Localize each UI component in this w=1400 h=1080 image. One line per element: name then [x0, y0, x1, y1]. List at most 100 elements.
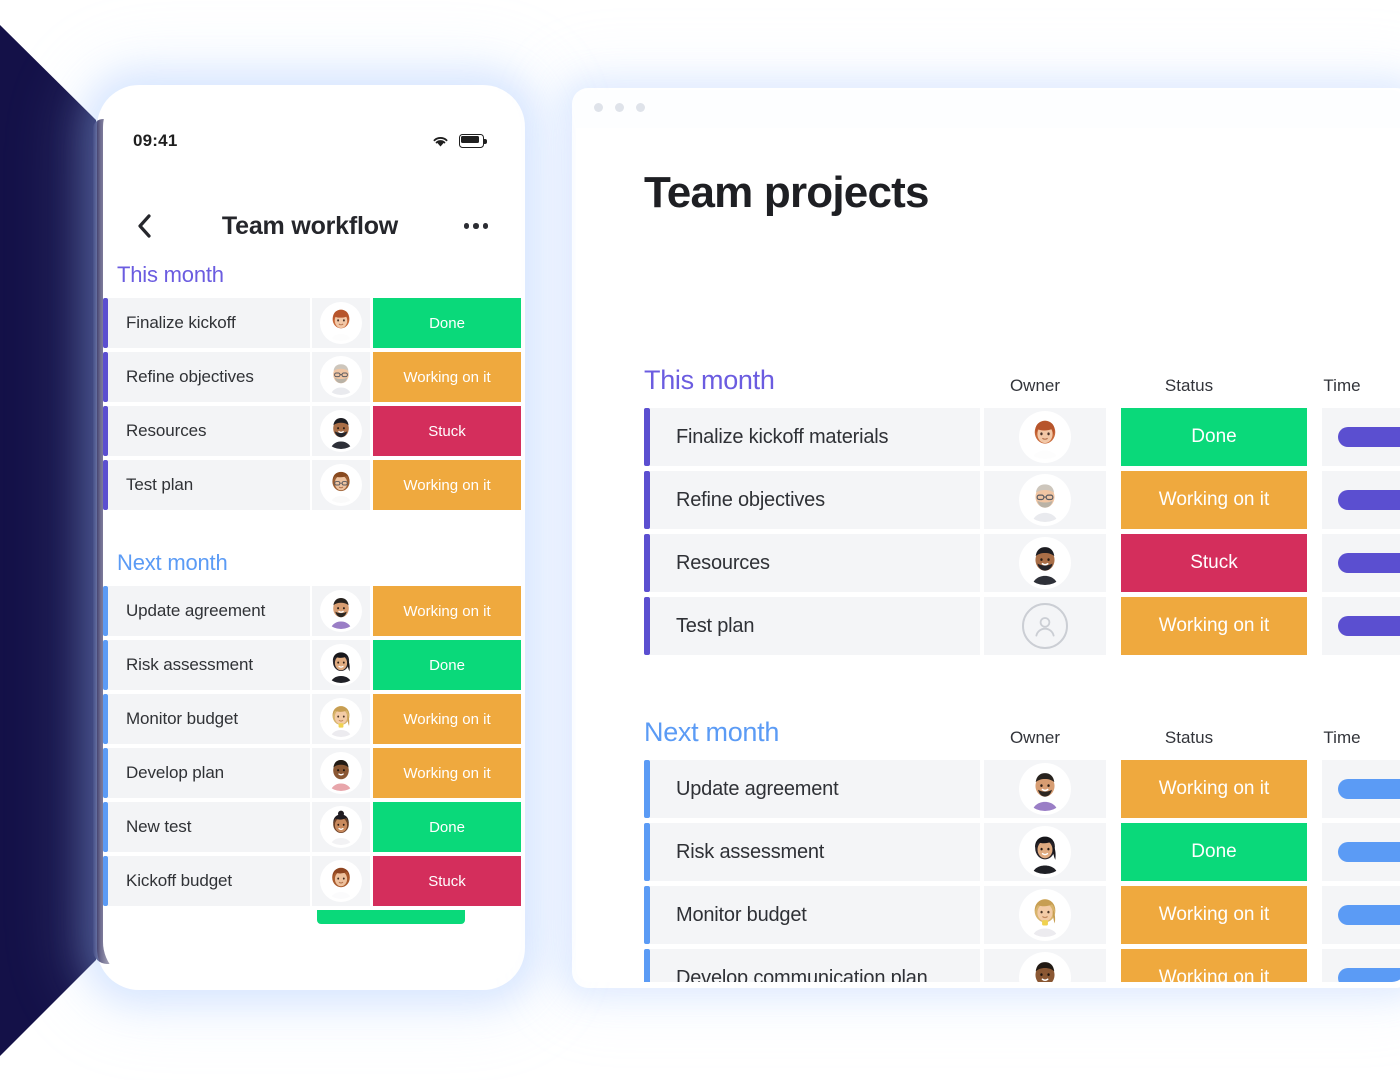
owner-cell[interactable] — [312, 586, 370, 636]
phone-clipped-row — [103, 910, 521, 924]
status-badge[interactable]: Done — [373, 298, 521, 348]
status-badge[interactable]: Stuck — [373, 406, 521, 456]
ellipsis-icon[interactable] — [459, 209, 493, 243]
timeline-cell[interactable] — [1322, 597, 1400, 655]
owner-cell[interactable] — [984, 823, 1106, 881]
status-badge[interactable]: Done — [1121, 408, 1307, 466]
owner-cell[interactable] — [312, 406, 370, 456]
window-controls-icon[interactable] — [594, 103, 645, 112]
task-name: Risk assessment — [108, 640, 310, 690]
avatar-woman-red-hair — [1023, 415, 1067, 459]
phone-task-row[interactable]: Resources Stuck — [103, 406, 521, 456]
phone-task-row[interactable]: Kickoff budget Stuck — [103, 856, 521, 906]
phone-task-row[interactable]: Risk assessment Done — [103, 640, 521, 690]
timeline-cell[interactable] — [1322, 408, 1400, 466]
phone-screen: 09:41 Team workflow This month Finalize … — [103, 87, 521, 982]
status-badge[interactable]: Working on it — [1121, 597, 1307, 655]
owner-cell[interactable] — [984, 760, 1106, 818]
phone-task-list[interactable]: This month Finalize kickoff Done Refine … — [103, 262, 521, 982]
phone-task-row[interactable]: Finalize kickoff Done — [103, 298, 521, 348]
owner-cell[interactable] — [984, 886, 1106, 944]
phone-task-row[interactable]: Test plan Working on it — [103, 460, 521, 510]
owner-cell[interactable] — [312, 460, 370, 510]
desktop-section-title: Next month — [644, 717, 780, 747]
owner-cell[interactable] — [312, 694, 370, 744]
task-name: Finalize kickoff — [108, 298, 310, 348]
phone-section-next-month: Next month Update agreement Working on i… — [103, 550, 521, 924]
status-badge[interactable]: Working on it — [1121, 949, 1307, 982]
desktop-window: Team projects This month Owner Status Ti… — [576, 90, 1400, 982]
phone-task-row[interactable]: Monitor budget Working on it — [103, 694, 521, 744]
task-name: Test plan — [650, 597, 980, 655]
timeline-cell[interactable] — [1322, 886, 1400, 944]
task-name: Refine objectives — [650, 471, 980, 529]
status-badge[interactable]: Done — [1121, 823, 1307, 881]
owner-cell[interactable] — [312, 748, 370, 798]
status-badge[interactable]: Done — [373, 640, 521, 690]
timeline-bar — [1338, 427, 1400, 447]
timeline-bar — [1338, 616, 1400, 636]
timeline-cell[interactable] — [1322, 534, 1400, 592]
task-name: Update agreement — [108, 586, 310, 636]
table-row[interactable]: Develop communication plan Working on it — [644, 949, 1400, 982]
status-badge[interactable]: Stuck — [373, 856, 521, 906]
avatar-man-purple-shirt — [1023, 767, 1067, 811]
status-badge[interactable]: Working on it — [373, 460, 521, 510]
navy-wedge-decoration — [0, 25, 96, 1056]
owner-cell[interactable] — [312, 298, 370, 348]
task-name: Refine objectives — [108, 352, 310, 402]
timeline-bar — [1338, 553, 1400, 573]
status-badge[interactable]: Working on it — [1121, 760, 1307, 818]
owner-cell[interactable] — [984, 597, 1106, 655]
timeline-cell[interactable] — [1322, 471, 1400, 529]
column-header-time: Time — [1323, 376, 1361, 395]
owner-cell[interactable] — [984, 534, 1106, 592]
status-badge[interactable]: Working on it — [1121, 471, 1307, 529]
table-row[interactable]: Risk assessment Done — [644, 823, 1400, 881]
status-badge[interactable]: Stuck — [1121, 534, 1307, 592]
timeline-cell[interactable] — [1322, 760, 1400, 818]
desktop-section-this-month: This month Owner Status Time Finalize ki… — [644, 358, 1400, 655]
phone-task-row[interactable]: Develop plan Working on it — [103, 748, 521, 798]
table-row[interactable]: Finalize kickoff materials Done — [644, 408, 1400, 466]
chevron-left-icon[interactable] — [127, 209, 161, 243]
owner-cell[interactable] — [312, 802, 370, 852]
status-badge[interactable]: Working on it — [373, 748, 521, 798]
table-row[interactable]: Test plan Working on it — [644, 597, 1400, 655]
owner-cell[interactable] — [312, 640, 370, 690]
task-name: Monitor budget — [108, 694, 310, 744]
battery-icon — [459, 134, 487, 148]
task-name: Monitor budget — [650, 886, 980, 944]
status-badge[interactable]: Done — [373, 802, 521, 852]
avatar-man-dark-beard — [323, 413, 359, 449]
task-name: Resources — [650, 534, 980, 592]
table-row[interactable]: Resources Stuck — [644, 534, 1400, 592]
status-badge[interactable]: Working on it — [373, 694, 521, 744]
phone-task-row[interactable]: Update agreement Working on it — [103, 586, 521, 636]
timeline-cell[interactable] — [1322, 823, 1400, 881]
table-row[interactable]: Refine objectives Working on it — [644, 471, 1400, 529]
column-header-owner: Owner — [1009, 376, 1061, 395]
owner-cell[interactable] — [312, 856, 370, 906]
phone-task-row[interactable]: Refine objectives Working on it — [103, 352, 521, 402]
status-badge[interactable]: Working on it — [373, 352, 521, 402]
table-row[interactable]: Update agreement Working on it — [644, 760, 1400, 818]
status-bar-indicators — [431, 134, 487, 149]
avatar-man-pink-shirt — [1023, 956, 1067, 982]
timeline-cell[interactable] — [1322, 949, 1400, 982]
status-badge[interactable]: Working on it — [1121, 886, 1307, 944]
avatar-man-pink-shirt — [323, 755, 359, 791]
phone-task-row[interactable]: New test Done — [103, 802, 521, 852]
owner-cell[interactable] — [312, 352, 370, 402]
owner-cell[interactable] — [984, 949, 1106, 982]
status-badge[interactable]: Working on it — [373, 586, 521, 636]
avatar-man-dark-beard — [1023, 541, 1067, 585]
task-name: Resources — [108, 406, 310, 456]
column-header-owner: Owner — [1009, 728, 1061, 747]
owner-cell[interactable] — [984, 408, 1106, 466]
owner-cell[interactable] — [984, 471, 1106, 529]
task-name: Risk assessment — [650, 823, 980, 881]
avatar-man-glasses-beard — [323, 359, 359, 395]
phone-section-title: This month — [117, 262, 224, 287]
table-row[interactable]: Monitor budget Working on it — [644, 886, 1400, 944]
